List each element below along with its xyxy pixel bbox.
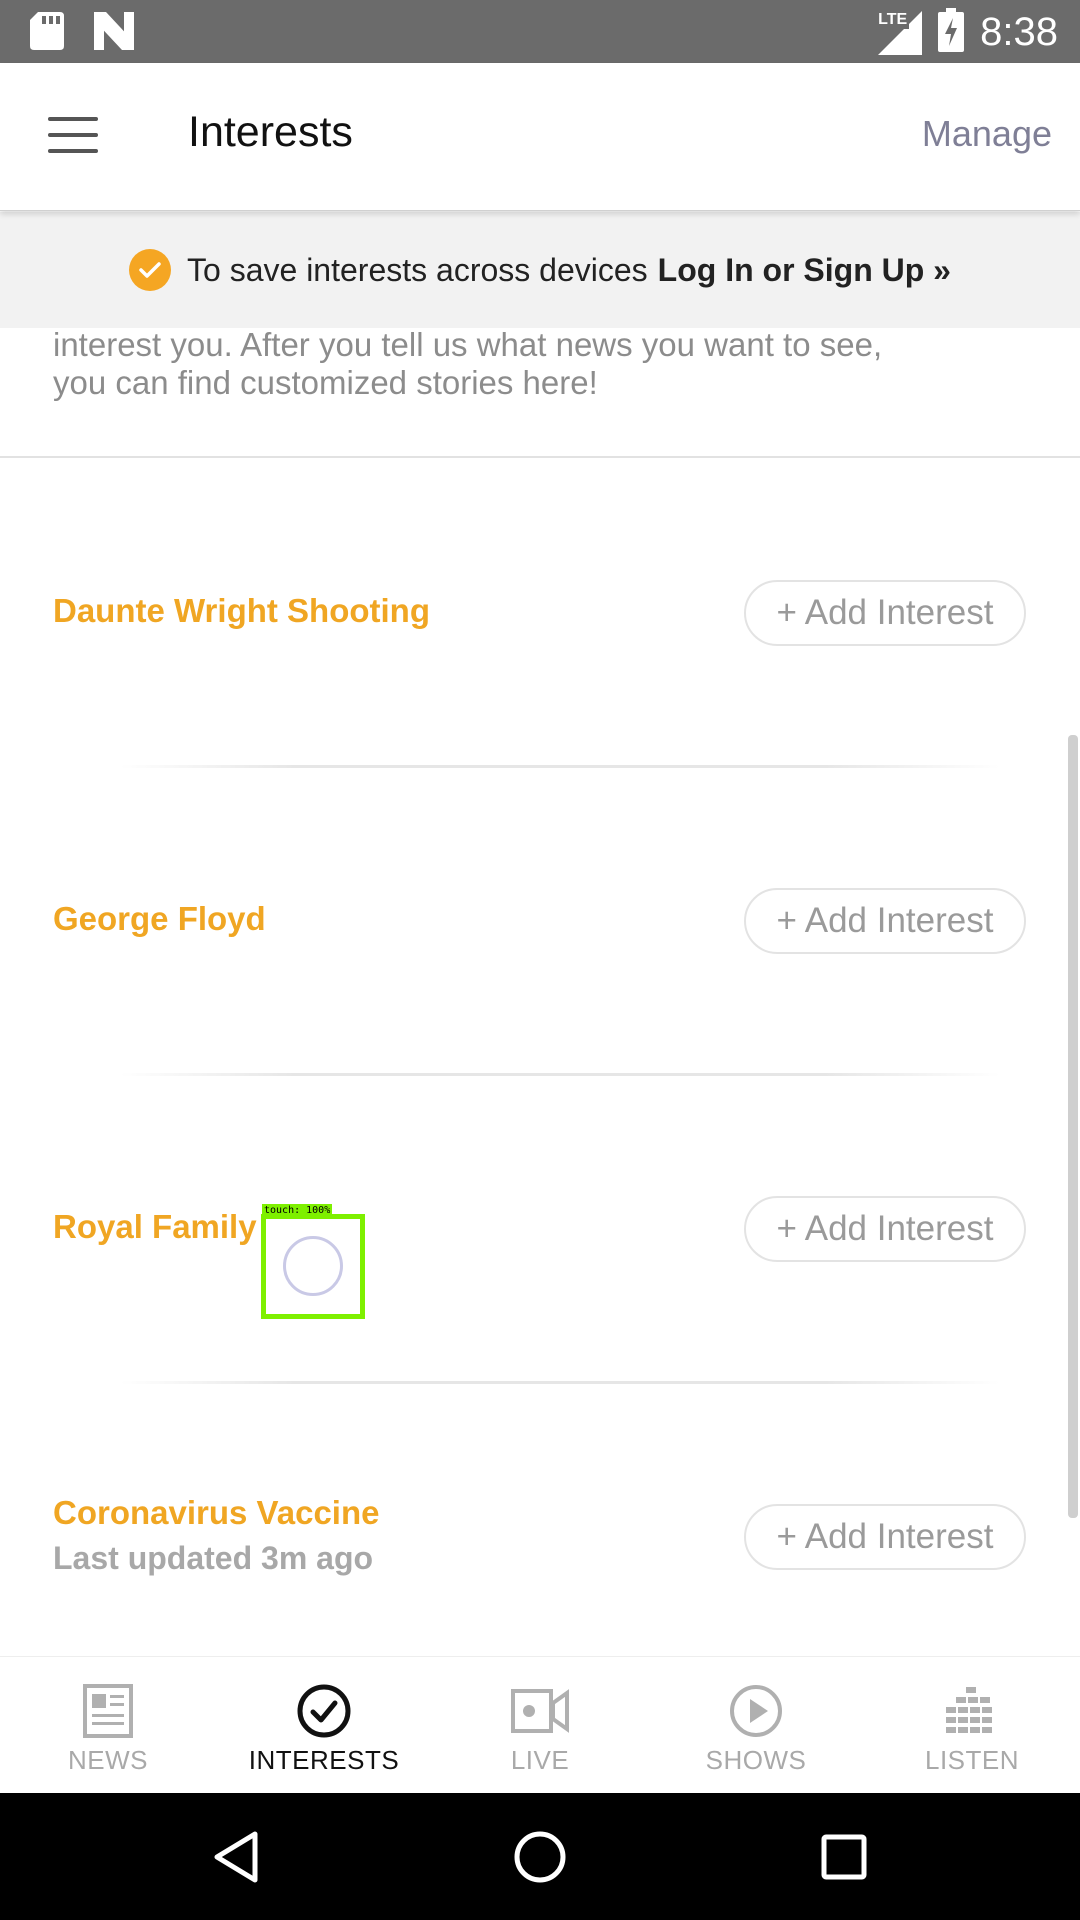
intro-line: interest you. After you tell us what new… <box>53 326 883 363</box>
play-circle-icon <box>728 1683 784 1739</box>
add-interest-button[interactable]: + Add Interest <box>744 1504 1026 1570</box>
sd-card-icon <box>30 12 64 55</box>
battery-charging-icon <box>938 8 965 57</box>
interest-topic-royal-family[interactable]: Royal Family <box>53 1208 257 1246</box>
login-banner[interactable]: To save interests across devices Log In … <box>0 212 1080 328</box>
tab-label: LIVE <box>510 1745 570 1775</box>
signal-icon: LTE <box>876 10 923 55</box>
add-interest-button[interactable]: + Add Interest <box>744 888 1026 954</box>
touch-indicator-circle <box>283 1236 343 1296</box>
interest-topic-daunte-wright[interactable]: Daunte Wright Shooting <box>53 592 430 630</box>
clock: 8:38 <box>980 10 1058 54</box>
newspaper-icon <box>83 1683 133 1739</box>
video-camera-icon <box>511 1683 569 1739</box>
recents-icon[interactable] <box>804 1819 884 1895</box>
tab-listen[interactable]: LISTEN <box>864 1657 1080 1794</box>
banner-text: To save interests across devices <box>187 251 648 288</box>
tab-label: SHOWS <box>705 1745 807 1775</box>
home-icon[interactable] <box>500 1819 580 1895</box>
app-header: Interests Manage <box>0 63 1080 211</box>
page-title: Interests <box>188 108 353 156</box>
divider <box>120 765 1000 768</box>
login-signup-link[interactable]: Log In or Sign Up » <box>658 252 951 289</box>
check-circle-icon <box>129 249 172 291</box>
tab-interests[interactable]: INTERESTS <box>216 1657 432 1794</box>
divider <box>0 456 1080 458</box>
interest-topic-george-floyd[interactable]: George Floyd <box>53 900 266 938</box>
intro-line: you can find customized stories here! <box>53 364 598 401</box>
hamburger-menu-icon[interactable] <box>48 117 98 153</box>
scrollbar[interactable] <box>1068 735 1078 1518</box>
intro-text: interest you. After you tell us what new… <box>53 326 1043 402</box>
back-icon[interactable] <box>196 1819 276 1895</box>
tab-shows[interactable]: SHOWS <box>648 1657 864 1794</box>
check-circle-icon <box>296 1683 352 1739</box>
tab-label: NEWS <box>68 1745 148 1775</box>
last-updated-text: Last updated 3m ago <box>53 1540 374 1576</box>
system-nav-bar <box>0 1793 1080 1920</box>
network-type: LTE <box>876 10 910 29</box>
status-bar: LTE 8:38 <box>0 0 1080 63</box>
tab-label: LISTEN <box>924 1745 1020 1775</box>
n-app-icon <box>94 12 134 55</box>
bottom-tab-bar: NEWS INTERESTS LIVE SHOWS LISTEN <box>0 1656 1080 1793</box>
interest-topic-coronavirus-vaccine[interactable]: Coronavirus Vaccine <box>53 1494 379 1532</box>
divider <box>120 1381 1000 1384</box>
manage-button[interactable]: Manage <box>922 113 1052 155</box>
add-interest-button[interactable]: + Add Interest <box>744 1196 1026 1262</box>
tab-label: INTERESTS <box>248 1745 400 1775</box>
tab-news[interactable]: NEWS <box>0 1657 216 1794</box>
tab-live[interactable]: LIVE <box>432 1657 648 1794</box>
divider <box>120 1073 1000 1076</box>
equalizer-icon <box>946 1683 998 1739</box>
screen: LTE 8:38 Interests Manage To save intere… <box>0 0 1080 1920</box>
add-interest-button[interactable]: + Add Interest <box>744 580 1026 646</box>
